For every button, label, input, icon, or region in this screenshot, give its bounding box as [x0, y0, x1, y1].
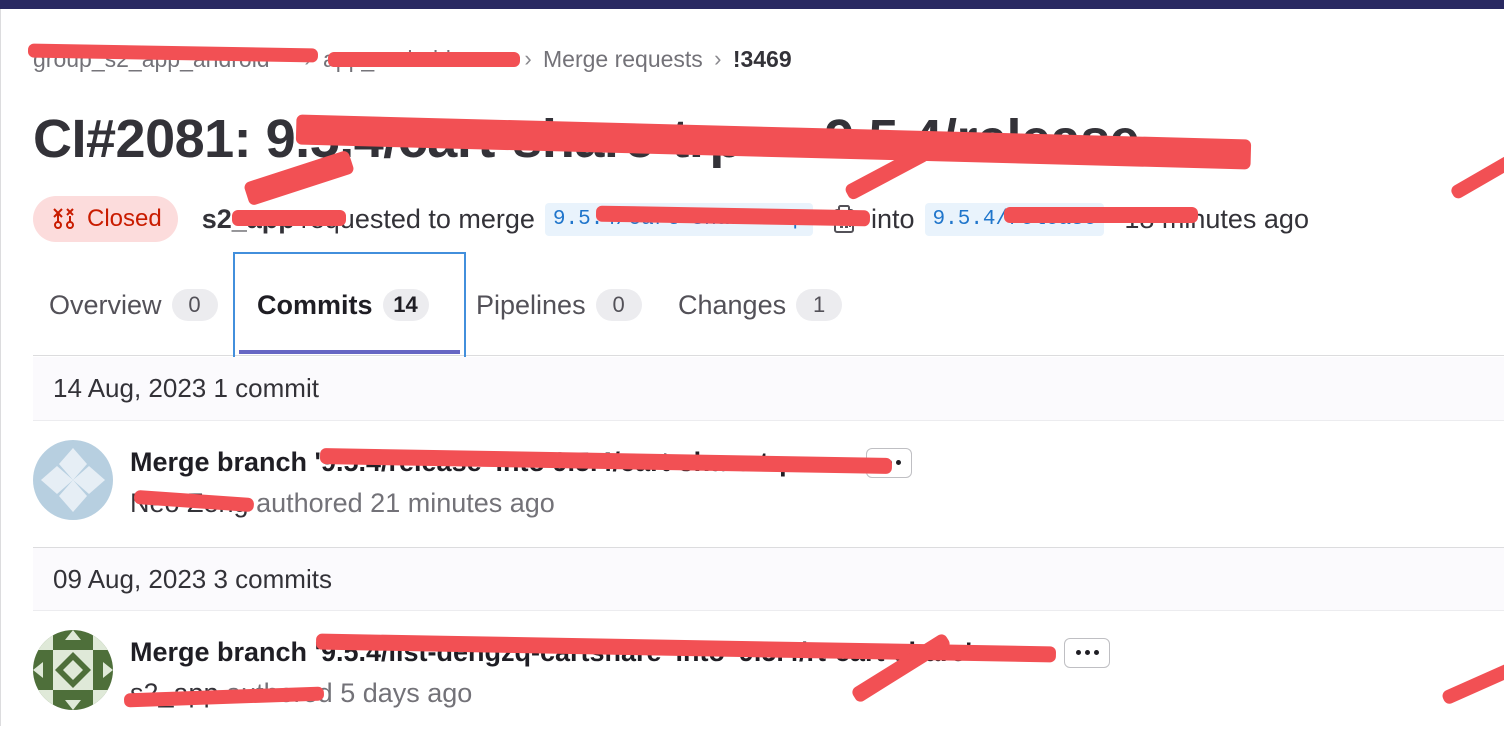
tab-pipelines[interactable]: Pipelines 0 — [476, 255, 642, 355]
redaction-stroke — [232, 210, 346, 226]
commit-row: Merge branch '9.5.4/release' into 9.5.4/… — [33, 422, 1504, 546]
status-badge-label: Closed — [87, 205, 162, 232]
tab-overview-count: 0 — [171, 289, 218, 321]
active-tab-indicator — [239, 350, 460, 354]
status-badge: Closed — [33, 196, 178, 242]
toggle-commit-description-button[interactable] — [1064, 637, 1110, 668]
commit-day-header: 14 Aug, 2023 1 commit — [33, 357, 1504, 421]
commit-row: Merge branch '9.5.4/list-dengzq-cartshar… — [33, 612, 1504, 736]
tab-changes-count: 1 — [796, 289, 843, 321]
tab-changes-label: Changes — [678, 289, 787, 320]
top-navbar — [0, 0, 1504, 9]
merge-request-close-icon — [53, 208, 74, 229]
tab-overview-label: Overview — [49, 289, 162, 320]
avatar[interactable] — [33, 630, 113, 710]
sidebar-edge — [0, 9, 1, 726]
breadcrumb-current[interactable]: !3469 — [733, 46, 792, 73]
mr-tabs: Overview 0 Commits 14 Pipelines 0 Change… — [33, 252, 1504, 360]
into-text: into — [870, 203, 915, 234]
tab-overview[interactable]: Overview 0 — [49, 255, 218, 355]
redaction-stroke — [328, 52, 520, 67]
redaction-stroke — [1449, 153, 1504, 201]
tab-commits-label: Commits — [257, 289, 373, 320]
commit-authored-time: authored 21 minutes ago — [256, 488, 555, 518]
tab-pipelines-label: Pipelines — [476, 289, 586, 320]
commit-day-header: 09 Aug, 2023 3 commits — [33, 547, 1504, 611]
redaction-stroke — [1004, 207, 1198, 223]
tab-commits[interactable]: Commits 14 — [257, 255, 429, 355]
tab-commits-count: 14 — [382, 289, 429, 321]
breadcrumb-merge-requests[interactable]: Merge requests — [543, 46, 703, 73]
identicon-icon — [33, 630, 113, 710]
avatar[interactable] — [33, 440, 113, 520]
breadcrumb-separator-icon: › — [714, 46, 722, 71]
tab-pipelines-count: 0 — [595, 289, 642, 321]
tab-changes[interactable]: Changes 1 — [678, 255, 843, 355]
identicon-icon — [33, 440, 113, 520]
